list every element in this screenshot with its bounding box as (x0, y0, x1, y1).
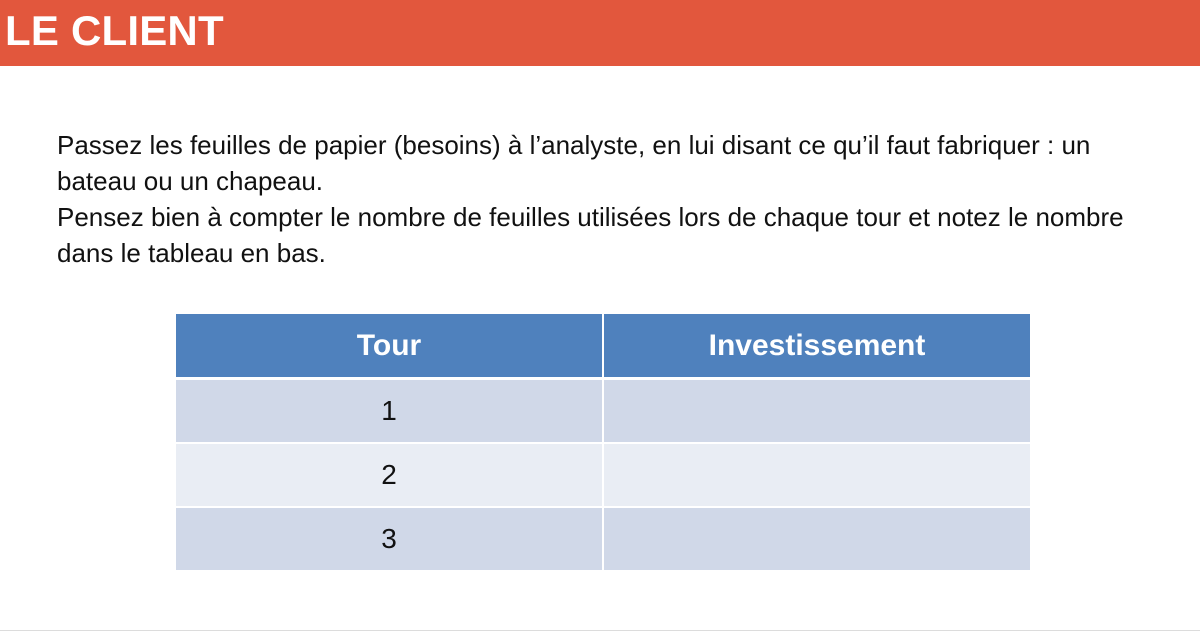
cell-tour: 3 (176, 507, 604, 570)
table-row: 1 (176, 378, 1030, 444)
instruction-paragraph-2: Pensez bien à compter le nombre de feuil… (57, 202, 1124, 268)
cell-investissement[interactable] (603, 378, 1030, 444)
header-investissement: Investissement (603, 314, 1030, 380)
slide-title: LE CLIENT (5, 7, 224, 54)
header-tour: Tour (176, 314, 604, 380)
instructions-text: Passez les feuilles de papier (besoins) … (57, 127, 1167, 271)
title-bar: LE CLIENT (0, 0, 1200, 66)
cell-tour: 2 (176, 443, 604, 508)
table-row: 2 (176, 443, 1030, 508)
investment-table: Tour Investissement 1 2 3 (176, 314, 1030, 570)
table-header-row: Tour Investissement (176, 314, 1030, 380)
cell-tour: 1 (176, 378, 604, 444)
instruction-paragraph-1: Passez les feuilles de papier (besoins) … (57, 130, 1091, 196)
cell-investissement[interactable] (603, 507, 1030, 570)
cell-investissement[interactable] (603, 443, 1030, 508)
table-row: 3 (176, 507, 1030, 570)
footer-divider (0, 630, 1200, 631)
